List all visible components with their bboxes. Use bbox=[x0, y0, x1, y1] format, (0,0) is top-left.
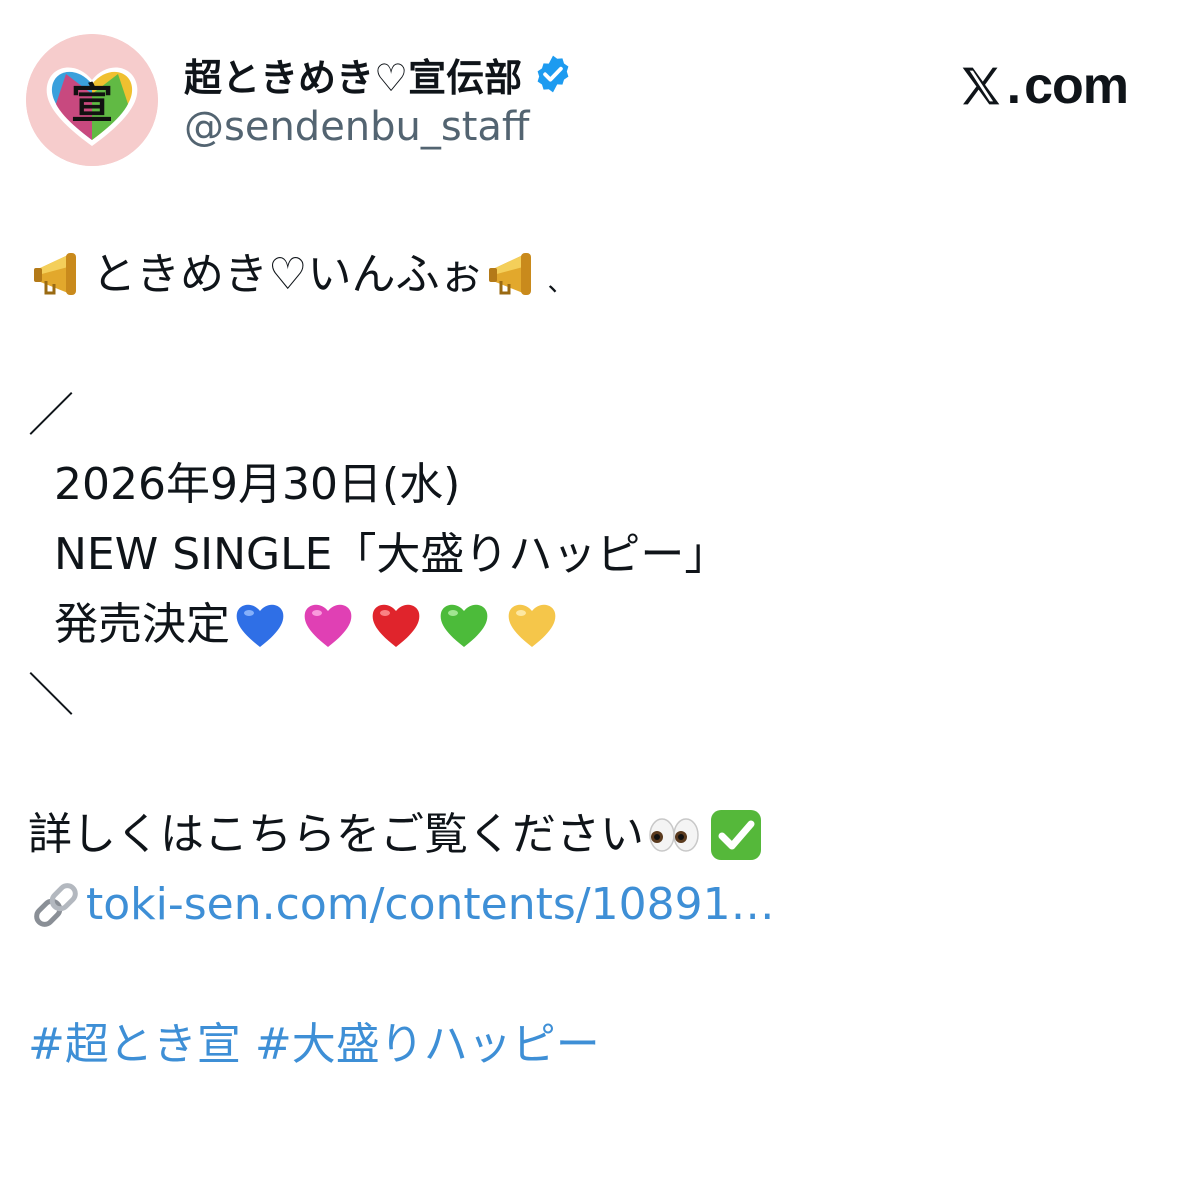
content-link[interactable]: toki-sen.com/contents/10891… bbox=[86, 870, 775, 940]
yellow-heart-icon bbox=[504, 597, 560, 653]
blue-heart-icon bbox=[232, 597, 288, 653]
display-name[interactable]: 超ときめき♡宣伝部 bbox=[184, 47, 522, 102]
pink-heart-icon bbox=[300, 597, 356, 653]
link-icon bbox=[28, 877, 84, 933]
close-bracket: ＼ bbox=[28, 668, 74, 722]
single-line: NEW SINGLE「大盛りハッピー」 bbox=[54, 529, 729, 580]
open-bracket: ／ bbox=[28, 388, 74, 442]
green-heart-icon bbox=[436, 597, 492, 653]
tweet-body: ときめき♡いんふぉ 、 ／ 2026年9月30日(水) NEW SINGLE「大… bbox=[28, 240, 1148, 1080]
x-logo-icon bbox=[959, 64, 1003, 108]
hashtag-link[interactable]: #大盛りハッピー bbox=[255, 1010, 600, 1080]
x-com-logo: . com bbox=[959, 56, 1129, 116]
megaphone-icon bbox=[32, 247, 88, 303]
headline-text: ときめき♡いんふぉ bbox=[92, 249, 484, 300]
handle[interactable]: @sendenbu_staff bbox=[184, 104, 530, 150]
verified-badge-icon bbox=[532, 53, 574, 95]
hashtag-link[interactable]: #超とき宣 bbox=[28, 1010, 241, 1080]
x-com-dot: . bbox=[1006, 57, 1021, 115]
release-text: 発売決定 bbox=[54, 599, 230, 650]
details-text: 詳しくはこちらをご覧ください bbox=[28, 809, 644, 860]
headline-line: ときめき♡いんふぉ 、 bbox=[28, 240, 1148, 310]
red-heart-icon bbox=[368, 597, 424, 653]
megaphone-icon bbox=[487, 247, 543, 303]
avatar[interactable]: 宣 bbox=[26, 34, 158, 166]
check-mark-icon bbox=[708, 807, 764, 863]
tweet-header: 宣 超ときめき♡宣伝部 @sendenbu_staff . com bbox=[26, 34, 1156, 166]
eyes-icon bbox=[646, 807, 702, 863]
avatar-glyph: 宣 bbox=[71, 79, 113, 128]
display-name-row: 超ときめき♡宣伝部 bbox=[184, 48, 574, 100]
date-line: 2026年9月30日(水) bbox=[54, 459, 461, 510]
details-line: 詳しくはこちらをご覧ください bbox=[28, 800, 1148, 870]
hashtags-line: #超とき宣 #大盛りハッピー bbox=[28, 1010, 1148, 1080]
headline-tail: 、 bbox=[547, 268, 574, 298]
link-line: toki-sen.com/contents/10891… bbox=[28, 870, 1148, 940]
x-com-text: com bbox=[1024, 57, 1129, 115]
release-line: 発売決定 bbox=[28, 590, 1148, 660]
